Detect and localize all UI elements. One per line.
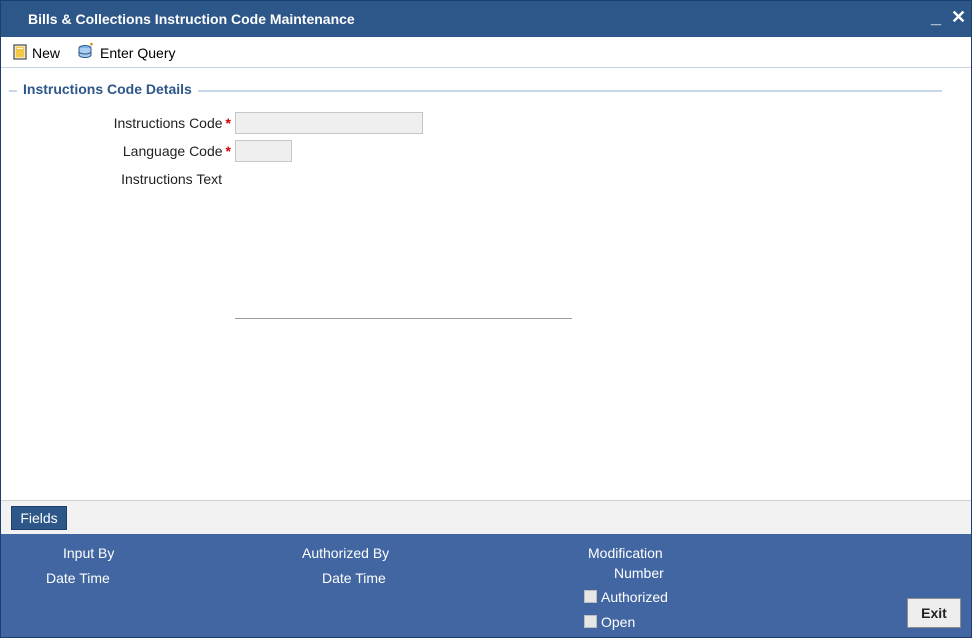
open-checkbox-label: Open <box>601 614 636 630</box>
exit-button[interactable]: Exit <box>907 598 961 628</box>
input-by-label: Input By <box>63 545 115 561</box>
audit-footer: Input By Date Time Authorized By Date Ti… <box>1 534 971 637</box>
instructions-text-label: Instructions Text <box>121 171 222 187</box>
instructions-code-label: Instructions Code <box>113 115 223 131</box>
section-title: Instructions Code Details <box>17 81 198 97</box>
authorized-checkbox[interactable] <box>584 590 597 603</box>
window-title: Bills & Collections Instruction Code Mai… <box>28 11 355 27</box>
modification-label: Modification <box>588 545 663 561</box>
authorized-by-label: Authorized By <box>302 545 390 561</box>
number-label: Number <box>614 565 664 581</box>
new-document-icon <box>13 43 27 63</box>
enter-query-label: Enter Query <box>100 45 176 61</box>
language-code-label: Language Code <box>122 143 223 159</box>
instructions-text-underline <box>235 318 572 319</box>
date-time-label: Date Time <box>322 570 386 586</box>
instructions-text-area[interactable] <box>235 167 572 317</box>
language-code-label-row: Language Code * <box>41 143 231 159</box>
open-checkbox[interactable] <box>584 615 597 628</box>
tab-bar: Fields <box>1 500 971 535</box>
new-label: New <box>32 45 61 61</box>
close-button[interactable]: ✕ <box>951 7 966 28</box>
title-bar: Bills & Collections Instruction Code Mai… <box>1 1 971 37</box>
section-header: Instructions Code Details <box>9 81 942 101</box>
toolbar: New Enter Query <box>1 37 971 68</box>
fields-tab[interactable]: Fields <box>11 506 67 530</box>
enter-query-button[interactable]: Enter Query <box>77 42 176 64</box>
instructions-code-input[interactable] <box>235 112 423 134</box>
enter-query-icon <box>77 42 95 64</box>
window-frame: Bills & Collections Instruction Code Mai… <box>0 0 972 638</box>
date-time-label: Date Time <box>46 570 110 586</box>
new-button[interactable]: New <box>13 43 61 63</box>
language-code-input[interactable] <box>235 140 292 162</box>
authorized-checkbox-label: Authorized <box>601 589 668 605</box>
required-marker: * <box>225 115 231 131</box>
instructions-code-label-row: Instructions Code * <box>41 115 231 131</box>
minimize-button[interactable]: _ <box>931 7 941 28</box>
required-marker: * <box>225 143 231 159</box>
